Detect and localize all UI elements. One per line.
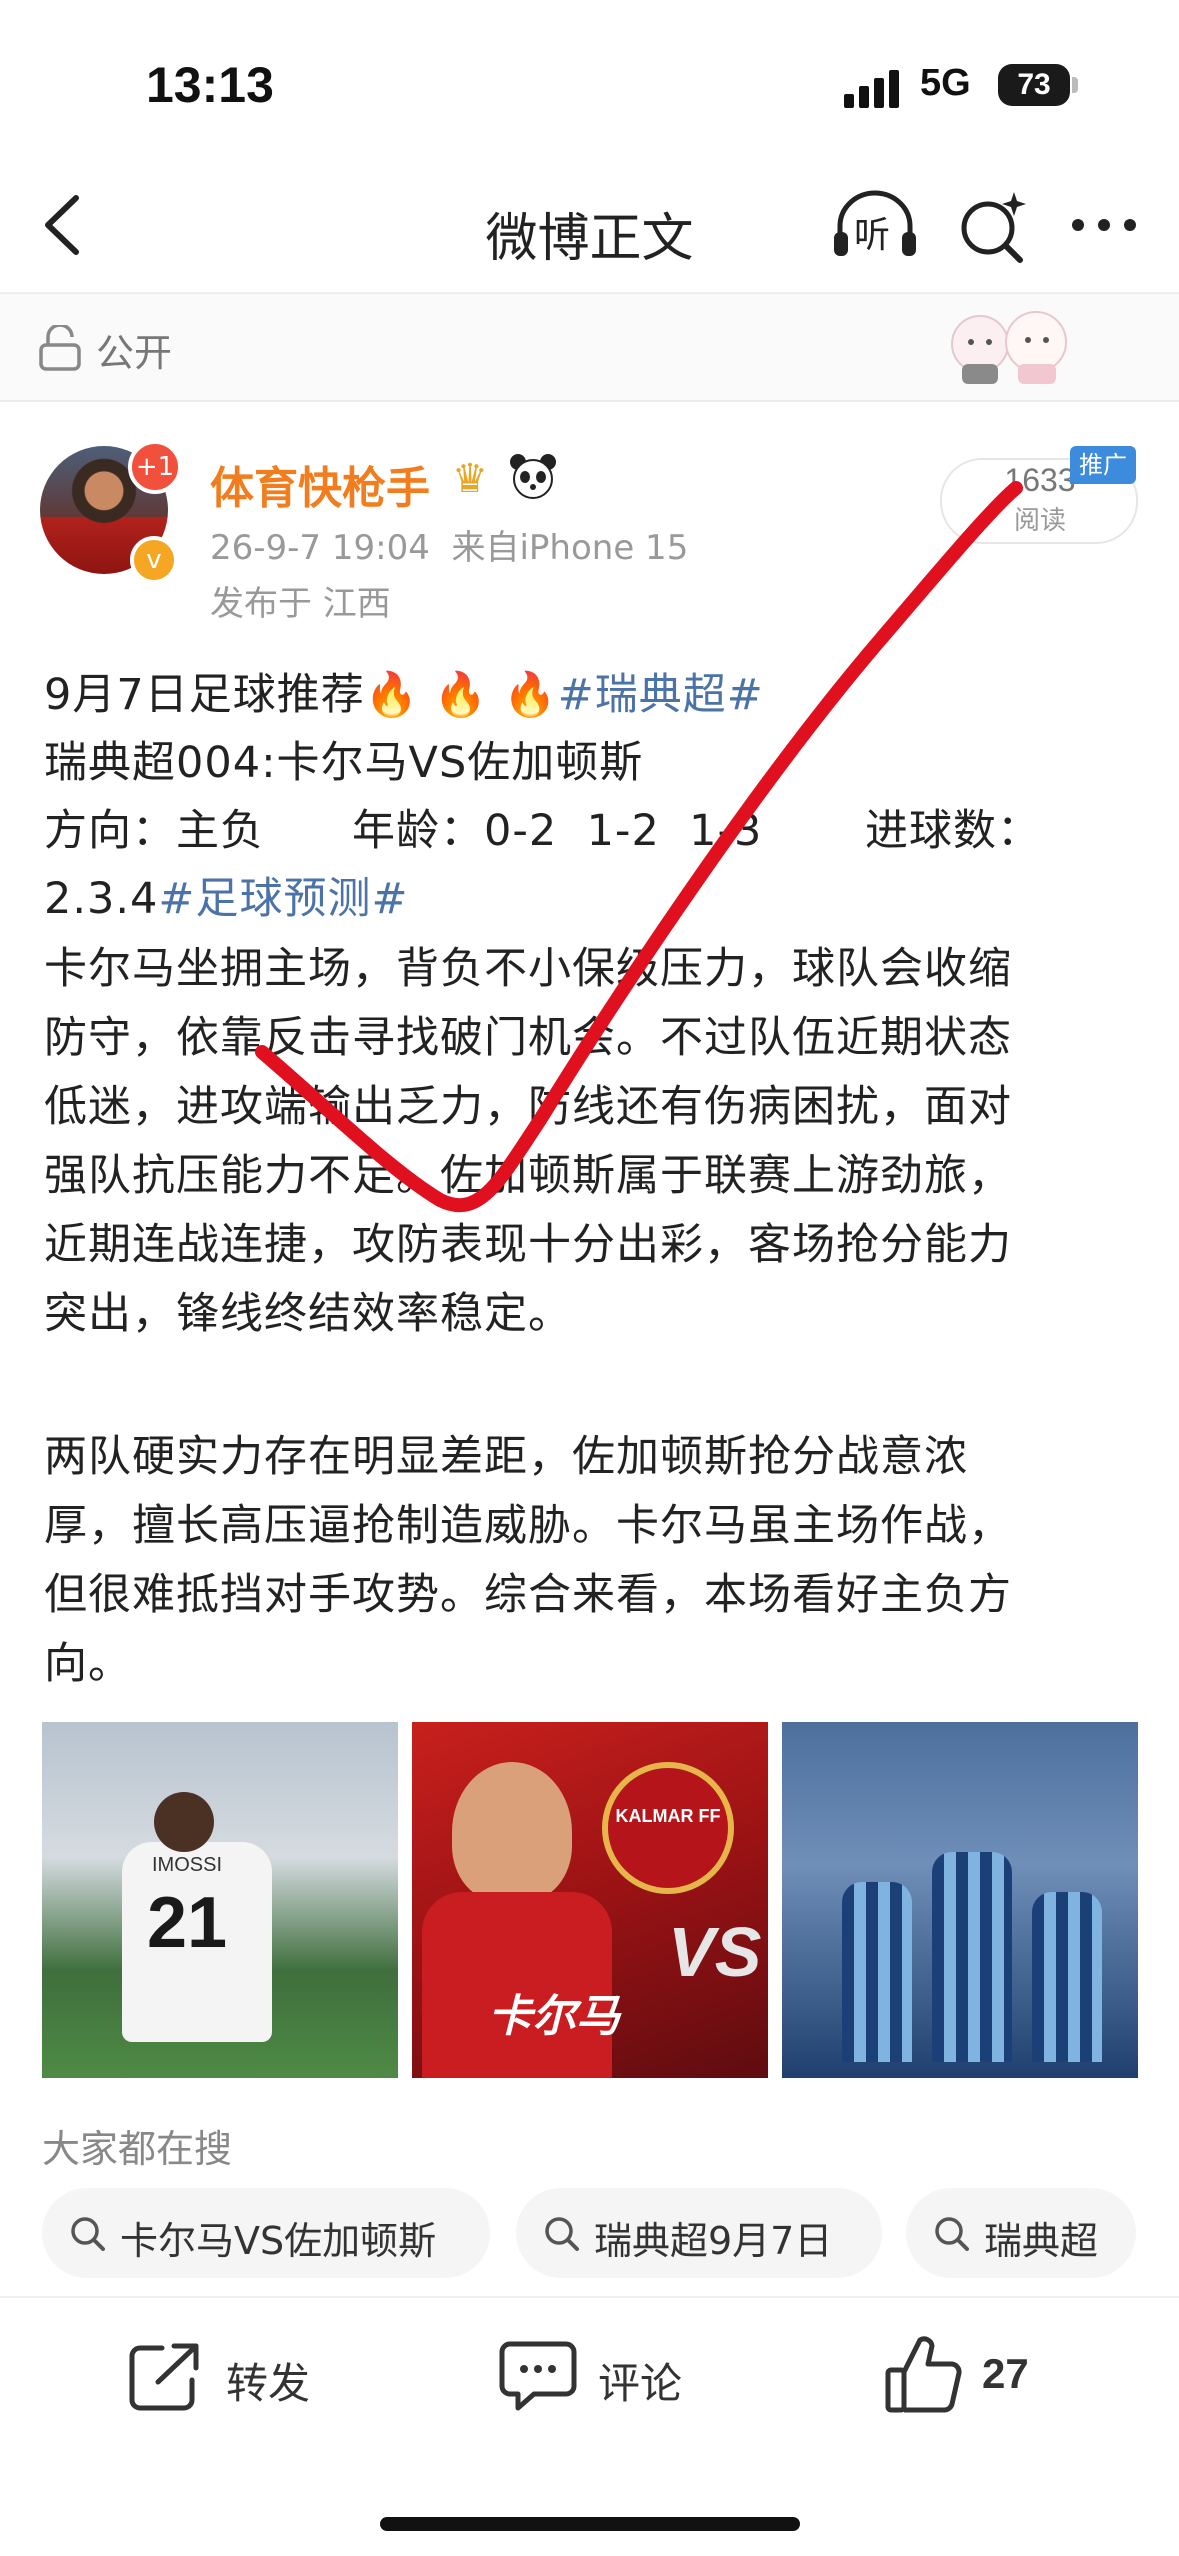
search-chip-label: 瑞典超9月7日: [594, 2219, 833, 2263]
thumbs-up-icon: [885, 2336, 962, 2413]
repost-button[interactable]: 转发: [126, 2330, 336, 2420]
like-count: 27: [982, 2350, 1029, 2397]
comment-label: 评论: [598, 2359, 683, 2408]
search-icon: [935, 2217, 969, 2251]
repost-label: 转发: [226, 2359, 311, 2408]
search-chip-label: 卡尔马VS佐加顿斯: [120, 2219, 437, 2263]
search-chip[interactable]: 瑞典超: [906, 2188, 1136, 2278]
search-chip[interactable]: 卡尔马VS佐加顿斯: [42, 2188, 490, 2278]
like-button[interactable]: 27: [884, 2330, 1064, 2420]
home-indicator[interactable]: [380, 2517, 800, 2531]
comment-button[interactable]: 评论: [498, 2330, 708, 2420]
search-chip-label: 瑞典超: [984, 2219, 1099, 2263]
search-chip[interactable]: 瑞典超9月7日: [516, 2188, 882, 2278]
comment-icon: [499, 2341, 577, 2411]
search-icon: [545, 2217, 579, 2251]
divider: [0, 2296, 1179, 2298]
search-icon: [71, 2217, 105, 2251]
repost-icon: [129, 2343, 199, 2411]
trending-search-title: 大家都在搜: [42, 2127, 233, 2171]
